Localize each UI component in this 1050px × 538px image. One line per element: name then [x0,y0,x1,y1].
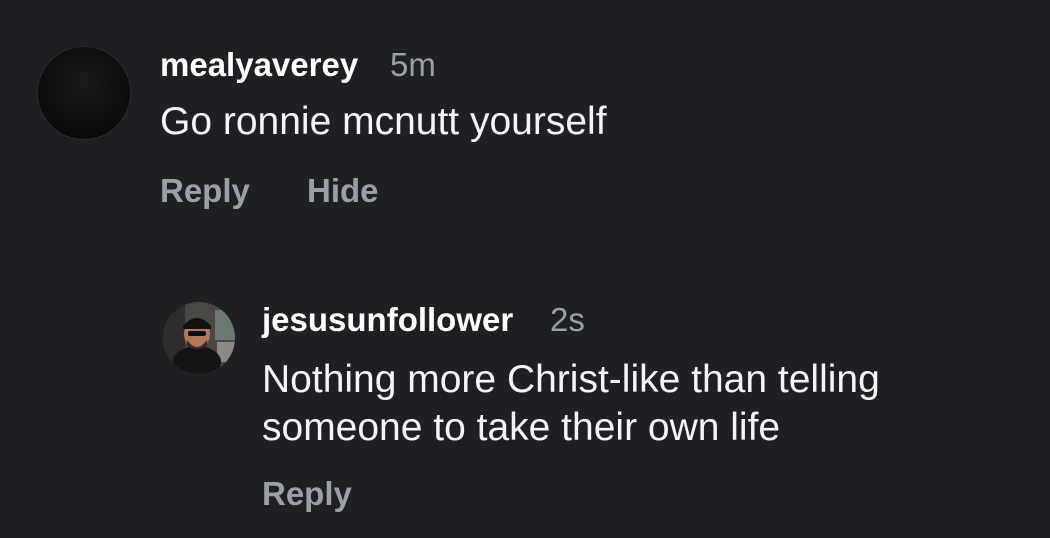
comment-username[interactable]: jesusunfollower [262,301,513,339]
reply-button[interactable]: Reply [160,172,250,210]
reply-button[interactable]: Reply [262,475,352,513]
comment-username[interactable]: mealyaverey [160,46,358,84]
comment-text: Go ronnie mcnutt yourself [160,100,607,143]
comment-timestamp: 2s [550,301,585,338]
avatar-jesusunfollower[interactable] [163,302,235,374]
comment-text: Nothing more Christ-like than telling so… [262,356,880,452]
hide-button[interactable]: Hide [307,172,379,210]
avatar-mealyaverey[interactable] [37,46,131,140]
comment-timestamp: 5m [390,46,436,83]
comment-text-line: someone to take their own life [262,406,781,449]
avatar-photo [163,302,235,374]
comment-text-line: Nothing more Christ-like than telling [262,358,880,401]
